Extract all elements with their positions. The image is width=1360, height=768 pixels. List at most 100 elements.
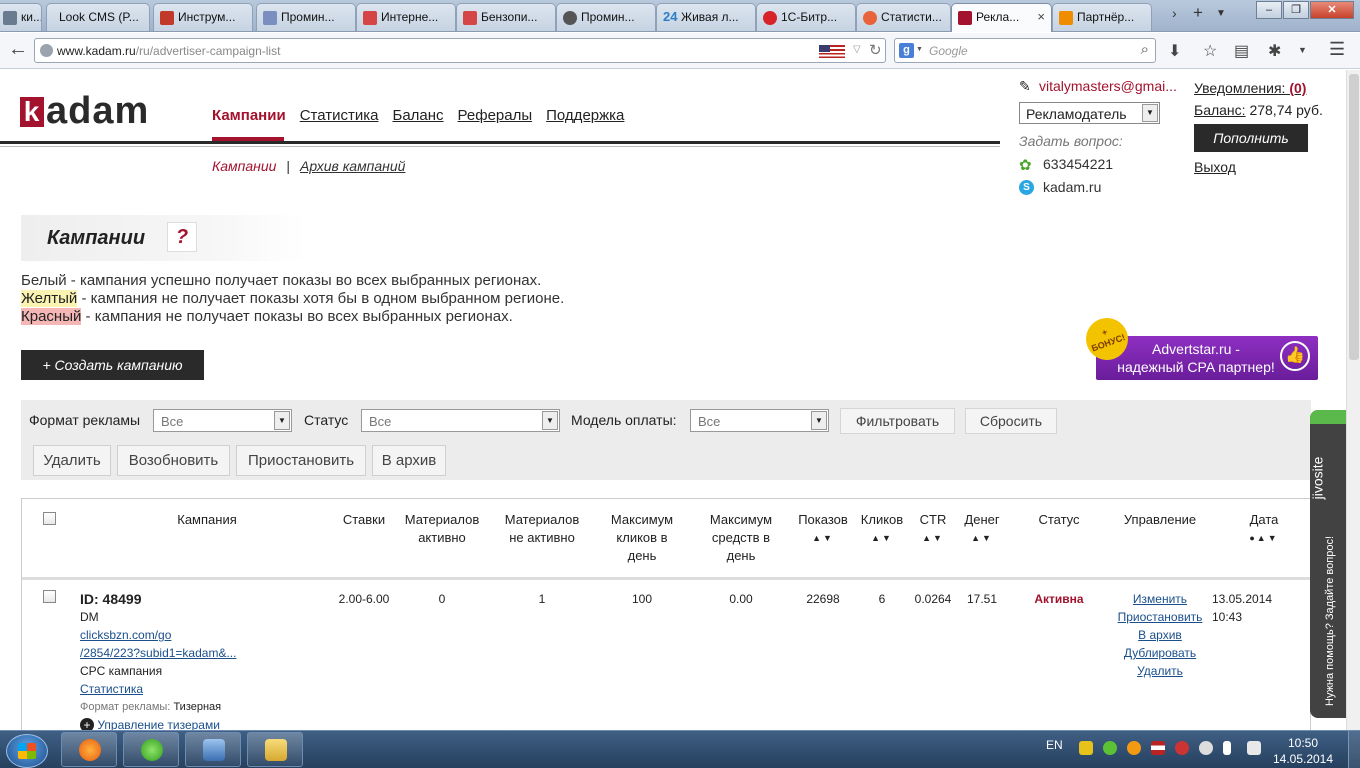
scrollbar-thumb[interactable] xyxy=(1349,74,1359,360)
archive-link[interactable]: В архив xyxy=(1112,626,1208,644)
browser-tab[interactable]: 24 Живая л... xyxy=(656,3,756,31)
taskbar-firefox[interactable] xyxy=(61,732,117,767)
addon-dropdown-icon[interactable]: ▼ xyxy=(1298,45,1307,55)
tray-app-icon[interactable] xyxy=(1175,741,1189,755)
bookmark-star-icon[interactable]: ☆ xyxy=(1203,41,1217,61)
browser-tab[interactable]: Партнёр... xyxy=(1052,3,1152,31)
browser-tab[interactable]: Бензопи... xyxy=(456,3,556,31)
taskbar-remote-desktop[interactable] xyxy=(185,732,241,767)
icq-tray-icon[interactable] xyxy=(1103,741,1117,755)
clicks-cell: 6 xyxy=(878,592,886,606)
taskbar-explorer[interactable] xyxy=(247,732,303,767)
search-icon[interactable]: ⌕ xyxy=(1141,41,1149,58)
jivosite-chat-widget[interactable]: jivosite Нужна помощь? Задайте вопрос! xyxy=(1309,410,1346,718)
campaign-url-link[interactable]: /2854/223?subid1=kadam&... xyxy=(80,644,300,662)
browser-tab-active[interactable]: Рекла... × xyxy=(951,3,1052,32)
list-tabs-icon[interactable]: ▼ xyxy=(1216,8,1226,19)
restore-window-button[interactable]: ❐ xyxy=(1283,1,1309,19)
topup-button[interactable]: Пополнить xyxy=(1194,124,1308,152)
browser-tab[interactable]: ки... xyxy=(0,3,42,31)
dropdown-icon[interactable]: ▽ xyxy=(853,44,861,55)
addon-icon[interactable]: ✱ xyxy=(1268,41,1281,61)
nav-support[interactable]: Поддержка xyxy=(546,107,624,124)
notifications-link[interactable]: Уведомления: (0) xyxy=(1194,80,1306,96)
browser-tab[interactable]: Промин... xyxy=(256,3,356,31)
row-checkbox[interactable] xyxy=(43,590,56,603)
sort-icon[interactable]: ●▲▼ xyxy=(1234,529,1294,547)
reload-icon[interactable]: ↻ xyxy=(869,41,882,59)
sort-icon[interactable]: ▲▼ xyxy=(909,529,957,547)
pause-link[interactable]: Приостановить xyxy=(1112,608,1208,626)
help-button[interactable]: ? xyxy=(167,222,197,252)
tray-app-icon[interactable] xyxy=(1079,741,1093,755)
advertstar-banner[interactable]: Advertstar.ru - надежный CPA партнер! 👍 +… xyxy=(1080,312,1320,382)
page-scrollbar[interactable] xyxy=(1346,70,1360,730)
nav-statistics[interactable]: Статистика xyxy=(300,107,379,124)
us-flag-icon[interactable] xyxy=(1151,741,1165,755)
balance-link[interactable]: Баланс: xyxy=(1194,102,1246,118)
taskbar-icq[interactable] xyxy=(123,732,179,767)
edit-link[interactable]: Изменить xyxy=(1112,590,1208,608)
archive-button[interactable]: В архив xyxy=(372,445,446,476)
sort-icon[interactable]: ▲▼ xyxy=(958,529,1006,547)
scroll-tabs-right-icon[interactable]: › xyxy=(1172,5,1177,21)
subnav-campaigns[interactable]: Кампании xyxy=(212,158,276,174)
resume-button[interactable]: Возобновить xyxy=(117,445,230,476)
language-indicator[interactable]: EN xyxy=(1046,738,1063,752)
close-window-button[interactable]: ✕ xyxy=(1310,1,1354,19)
delete-link[interactable]: Удалить xyxy=(1112,662,1208,680)
jivo-help-text: Нужна помощь? Задайте вопрос! xyxy=(1324,535,1336,706)
minimize-window-button[interactable]: – xyxy=(1256,1,1282,19)
browser-tab[interactable]: 1С-Битр... xyxy=(756,3,856,31)
browser-tab[interactable]: Инструм... xyxy=(153,3,253,31)
campaign-stats-link[interactable]: Статистика xyxy=(80,680,300,698)
bookmarks-list-icon[interactable]: ▤ xyxy=(1234,41,1249,61)
start-button[interactable] xyxy=(6,734,48,768)
manage-teasers-link[interactable]: + Управление тизерами xyxy=(80,716,300,730)
delete-button[interactable]: Удалить xyxy=(33,445,111,476)
select-all-checkbox[interactable] xyxy=(43,512,56,525)
sort-icon[interactable]: ▲▼ xyxy=(856,529,908,547)
browser-tab[interactable]: Look CMS (P... xyxy=(46,3,150,31)
search-engine-dropdown-icon[interactable]: ▼ xyxy=(916,46,923,53)
status-filter-select[interactable]: Все ▼ xyxy=(361,409,560,432)
back-icon[interactable]: ← xyxy=(8,38,28,61)
nav-referrals[interactable]: Рефералы xyxy=(458,107,533,124)
address-bar[interactable]: www.kadam.ru/ru/advertiser-campaign-list… xyxy=(34,38,886,63)
subnav-archive[interactable]: Архив кампаний xyxy=(300,158,405,174)
browser-tab[interactable]: Промин... xyxy=(556,3,656,31)
tray-app-icon[interactable] xyxy=(1199,741,1213,755)
search-bar[interactable]: g ▼ Google ⌕ xyxy=(894,38,1156,63)
sort-icon[interactable]: ▲▼ xyxy=(792,529,854,547)
notifications-count: (0) xyxy=(1289,80,1307,96)
format-filter-select[interactable]: Все ▼ xyxy=(153,409,292,432)
browser-tab[interactable]: Интерне... xyxy=(356,3,456,31)
role-select[interactable]: Рекламодатель ▼ xyxy=(1019,102,1160,124)
col-max-clicks: Максимум кликов в день xyxy=(610,512,674,563)
menu-icon[interactable]: ☰ xyxy=(1329,39,1345,60)
page-title: Кампании xyxy=(47,227,146,249)
close-tab-icon[interactable]: × xyxy=(1037,9,1045,24)
flag-notification-icon[interactable] xyxy=(1223,741,1231,755)
browser-tab[interactable]: Статисти... xyxy=(856,3,951,31)
nav-campaigns[interactable]: Кампании xyxy=(212,107,286,124)
campaign-name: DM xyxy=(80,610,99,624)
user-email[interactable]: ✎ vitalymasters@gmai... xyxy=(1019,78,1199,94)
logout-link[interactable]: Выход xyxy=(1194,159,1236,175)
new-tab-button[interactable]: + xyxy=(1193,3,1203,23)
download-icon[interactable]: ⬇ xyxy=(1168,41,1181,61)
campaign-url-link[interactable]: clicksbzn.com/go xyxy=(80,626,300,644)
duplicate-link[interactable]: Дублировать xyxy=(1112,644,1208,662)
system-clock[interactable]: 10:50 14.05.2014 xyxy=(1268,735,1338,767)
legend-red: Красный - кампания не получает показы во… xyxy=(21,308,513,325)
show-desktop-button[interactable] xyxy=(1348,731,1360,768)
create-campaign-button[interactable]: + Создать кампанию xyxy=(21,350,204,380)
volume-icon[interactable] xyxy=(1247,741,1261,755)
tray-app-icon[interactable] xyxy=(1127,741,1141,755)
pause-button[interactable]: Приостановить xyxy=(236,445,366,476)
nav-balance[interactable]: Баланс xyxy=(392,107,443,124)
reset-button[interactable]: Сбросить xyxy=(965,408,1057,434)
filter-button[interactable]: Фильтровать xyxy=(840,408,955,434)
payment-filter-select[interactable]: Все ▼ xyxy=(690,409,829,432)
kadam-logo[interactable]: k adam xyxy=(20,90,149,133)
